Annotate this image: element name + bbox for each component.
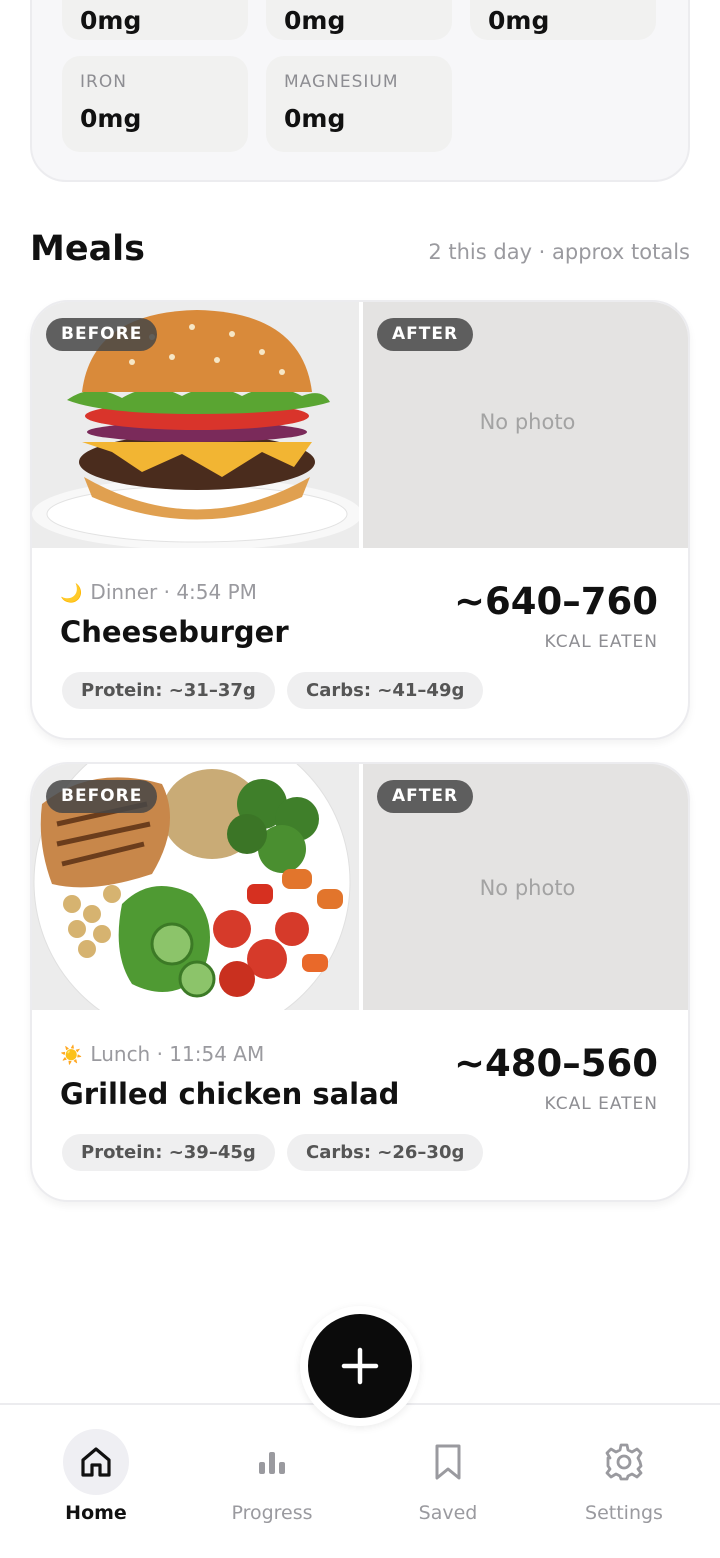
nav-label: Home <box>65 1502 127 1524</box>
gear-icon <box>605 1443 643 1481</box>
before-badge: BEFORE <box>46 318 158 351</box>
mineral-value: 0mg <box>80 6 142 35</box>
no-photo-text: No photo <box>479 876 576 900</box>
minerals-card: 0mg 0mg 0mg IRON 0mg MAGNESIUM 0mg <box>30 0 690 182</box>
nav-label: Progress <box>231 1502 313 1524</box>
nav-item-home[interactable]: Home <box>6 1405 186 1558</box>
meals-meta: 2 this day · approx totals <box>428 240 690 264</box>
kcal-value: ~640–760 <box>454 580 658 623</box>
bookmark-icon <box>435 1444 461 1480</box>
mineral-value: 0mg <box>488 6 550 35</box>
mineral-tile: 0mg <box>62 0 248 40</box>
nav-label: Saved <box>418 1502 478 1524</box>
nav-item-saved[interactable]: Saved <box>358 1405 538 1558</box>
mineral-value: 0mg <box>284 6 346 35</box>
gear-icon-wrap <box>591 1429 657 1495</box>
meal-time-text: Dinner · 4:54 PM <box>90 580 257 604</box>
nav-item-settings[interactable]: Settings <box>534 1405 714 1558</box>
meal-time: 🌙 Dinner · 4:54 PM <box>60 580 257 604</box>
meal-card[interactable]: BEFORE AFTER No photo ☀️ Lunch · 11:54 AM… <box>30 762 690 1202</box>
kcal-label: KCAL EATEN <box>544 632 658 652</box>
add-meal-button[interactable] <box>308 1314 412 1418</box>
bar-chart-icon-wrap <box>239 1429 305 1495</box>
bar-chart-icon <box>259 1452 285 1474</box>
sun-icon: ☀️ <box>60 1045 83 1066</box>
no-photo-text: No photo <box>479 410 576 434</box>
bottom-nav: Home Progress Saved Settings <box>0 1403 720 1558</box>
meals-title: Meals <box>30 229 146 269</box>
nav-label: Settings <box>585 1502 663 1524</box>
meal-time: ☀️ Lunch · 11:54 AM <box>60 1042 264 1066</box>
home-icon-wrap <box>63 1429 129 1495</box>
meal-name: Cheeseburger <box>60 615 289 649</box>
mineral-tile: 0mg <box>470 0 656 40</box>
meal-name: Grilled chicken salad <box>60 1077 400 1111</box>
mineral-tile-iron: IRON 0mg <box>62 56 248 152</box>
after-badge: AFTER <box>377 780 474 813</box>
nav-item-progress[interactable]: Progress <box>182 1405 362 1558</box>
mineral-tile: 0mg <box>266 0 452 40</box>
mineral-tile-magnesium: MAGNESIUM 0mg <box>266 56 452 152</box>
plus-icon <box>341 1347 379 1385</box>
bookmark-icon-wrap <box>415 1429 481 1495</box>
mineral-value: 0mg <box>80 104 142 133</box>
mineral-label: MAGNESIUM <box>284 72 399 92</box>
after-badge: AFTER <box>377 318 474 351</box>
protein-chip: Protein: ~31–37g <box>62 672 275 709</box>
kcal-value: ~480–560 <box>454 1042 658 1085</box>
mineral-label: IRON <box>80 72 127 92</box>
carbs-chip: Carbs: ~26–30g <box>287 1134 484 1171</box>
home-icon <box>81 1447 111 1477</box>
kcal-label: KCAL EATEN <box>544 1094 658 1114</box>
moon-icon: 🌙 <box>60 583 83 604</box>
meal-card[interactable]: BEFORE AFTER No photo 🌙 Dinner · 4:54 PM … <box>30 300 690 740</box>
mineral-value: 0mg <box>284 104 346 133</box>
before-badge: BEFORE <box>46 780 158 813</box>
meal-time-text: Lunch · 11:54 AM <box>90 1042 265 1066</box>
carbs-chip: Carbs: ~41–49g <box>287 672 484 709</box>
protein-chip: Protein: ~39–45g <box>62 1134 275 1171</box>
